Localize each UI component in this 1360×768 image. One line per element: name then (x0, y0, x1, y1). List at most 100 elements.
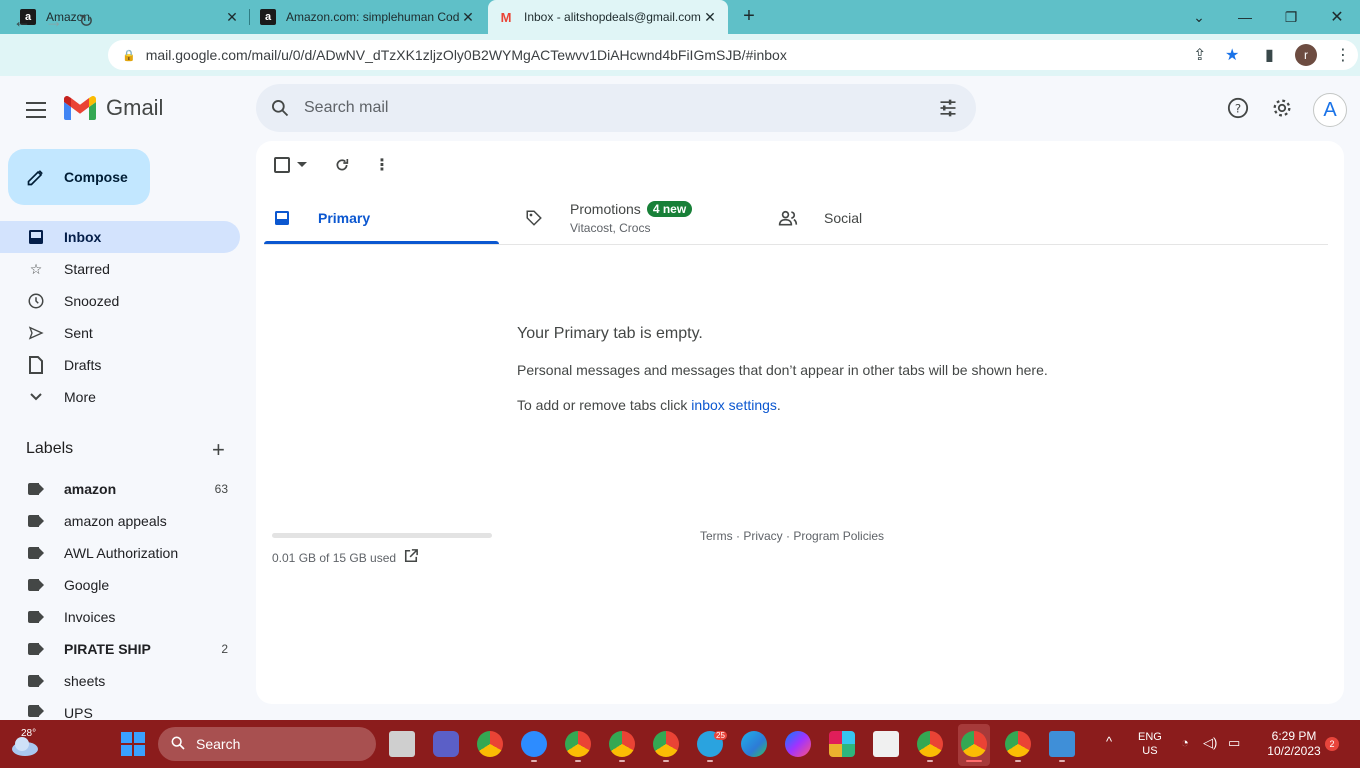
share-icon[interactable]: ⇪ (1193, 45, 1206, 65)
browser-tab-amazon-product[interactable]: a Amazon.com: simplehuman Cod ✕ (250, 0, 486, 34)
close-icon[interactable]: ✕ (460, 9, 476, 26)
hint-text: To add or remove tabs click (517, 397, 692, 413)
tab-title: Amazon (46, 10, 91, 24)
wifi-icon[interactable]: ◔ (1181, 735, 1189, 750)
external-link-icon[interactable] (404, 549, 418, 566)
label-item-amazon-appeals[interactable]: amazon appeals (0, 505, 240, 537)
chrome-profile-icon[interactable] (917, 731, 943, 757)
terms-link[interactable]: Terms (700, 529, 733, 543)
notification-count-badge[interactable]: 2 (1325, 737, 1339, 751)
settings-gear-icon[interactable] (1270, 96, 1294, 120)
label-item-amazon[interactable]: amazon 63 (0, 473, 240, 505)
gmail-logo-icon[interactable] (64, 95, 96, 121)
tab-primary[interactable]: Primary (272, 190, 499, 245)
start-windows-icon[interactable] (121, 732, 145, 756)
zoom-icon[interactable] (521, 731, 547, 757)
running-indicator (619, 760, 625, 762)
edge-icon[interactable] (741, 731, 767, 757)
label-item-awl-authorization[interactable]: AWL Authorization (0, 537, 240, 569)
label-item-pirate-ship[interactable]: PIRATE SHIP 2 (0, 633, 240, 665)
running-indicator (1059, 760, 1065, 762)
people-icon (778, 210, 798, 226)
more-options-icon[interactable]: ⋮ (373, 156, 391, 174)
language-indicator[interactable]: ENG US (1138, 730, 1162, 758)
restore-button[interactable]: ❐ (1268, 0, 1314, 34)
messenger-icon[interactable] (785, 731, 811, 757)
inbox-settings-link[interactable]: inbox settings (691, 397, 777, 413)
main-menu-icon[interactable] (24, 97, 48, 121)
volume-icon[interactable]: ◁) (1203, 735, 1217, 751)
search-icon (170, 735, 186, 754)
reload-button[interactable]: ↻ (74, 9, 98, 33)
clock-icon (26, 292, 46, 310)
sidebar-item-label: Starred (64, 261, 110, 277)
chrome-icon[interactable] (477, 731, 503, 757)
chrome-profile-icon[interactable] (653, 731, 679, 757)
refresh-icon[interactable] (333, 156, 351, 174)
google-account-avatar[interactable]: A (1313, 93, 1347, 127)
active-indicator (966, 760, 982, 762)
taskbar-clock[interactable]: 6:29 PM 10/2/2023 (1254, 729, 1334, 759)
create-label-plus-icon[interactable]: + (212, 439, 225, 461)
bookmark-star-icon[interactable]: ★ (1225, 45, 1239, 65)
sidebar-item-drafts[interactable]: Drafts (0, 349, 240, 381)
profile-avatar[interactable]: r (1295, 44, 1317, 66)
url-text: mail.google.com/mail/u/0/d/ADwNV_dTzXK1z… (145, 47, 787, 63)
search-input[interactable]: Search mail (304, 99, 920, 117)
tab-label: Promotions (570, 200, 641, 217)
chrome-profile-icon[interactable] (565, 731, 591, 757)
new-tab-button[interactable]: + (738, 6, 760, 28)
notepad-icon[interactable] (1049, 731, 1075, 757)
chrome-active-profile-icon[interactable] (961, 731, 987, 757)
close-icon[interactable]: ✕ (702, 9, 718, 26)
label-name: PIRATE SHIP (64, 641, 151, 657)
label-name: AWL Authorization (64, 545, 179, 561)
chrome-profile-icon[interactable] (1005, 731, 1031, 757)
empty-state-hint: To add or remove tabs click inbox settin… (517, 397, 781, 413)
support-icon[interactable]: ? (1226, 96, 1250, 120)
privacy-link[interactable]: Privacy (743, 529, 782, 543)
browser-tab-gmail[interactable]: M Inbox - alitshopdeals@gmail.com ✕ (488, 0, 728, 34)
compose-button[interactable]: Compose (8, 149, 150, 205)
search-options-icon[interactable] (920, 98, 976, 118)
battery-icon[interactable]: ▭ (1228, 735, 1240, 751)
footer-separator: · (732, 529, 744, 543)
address-bar[interactable]: 🔒 mail.google.com/mail/u/0/d/ADwNV_dTzXK… (108, 40, 1358, 70)
tab-social[interactable]: Social (778, 190, 1018, 245)
select-checkbox[interactable] (274, 156, 290, 174)
teams-icon[interactable] (433, 731, 459, 757)
search-bar[interactable]: Search mail (256, 84, 976, 132)
minimize-button[interactable]: — (1222, 0, 1268, 34)
select-dropdown-icon[interactable] (296, 156, 308, 174)
sidebar-item-inbox[interactable]: Inbox (0, 221, 240, 253)
label-name: amazon (64, 481, 117, 497)
more-vert-icon[interactable]: ⋮ (1335, 45, 1351, 65)
chevron-up-icon[interactable]: ^ (1106, 734, 1112, 749)
label-item-google[interactable]: Google (0, 569, 240, 601)
label-item-invoices[interactable]: Invoices (0, 601, 240, 633)
sidebar-item-starred[interactable]: ☆ Starred (0, 253, 240, 285)
file-explorer-icon[interactable] (389, 731, 415, 757)
back-button[interactable]: ← (10, 9, 34, 33)
window-close-button[interactable]: ✕ (1314, 0, 1360, 34)
sidebar-item-sent[interactable]: Sent (0, 317, 240, 349)
sidebar-item-more[interactable]: More (0, 381, 240, 413)
label-unread-count: 63 (214, 482, 228, 496)
tab-search-chevron-icon[interactable]: ⌄ (1176, 0, 1222, 34)
label-item-ups[interactable]: UPS (0, 697, 240, 720)
sidebar-item-snoozed[interactable]: Snoozed (0, 285, 240, 317)
slack-icon[interactable] (829, 731, 855, 757)
search-icon[interactable] (256, 98, 304, 118)
telegram-unread-badge: 25 (714, 731, 727, 740)
snipping-tool-icon[interactable] (873, 731, 899, 757)
taskbar-search[interactable]: Search (158, 727, 376, 761)
star-icon: ☆ (29, 260, 43, 277)
side-panel-icon[interactable]: ▮ (1265, 45, 1274, 65)
sidebar-item-label: Sent (64, 325, 93, 341)
close-icon[interactable]: ✕ (224, 9, 240, 26)
chrome-profile-icon[interactable] (609, 731, 635, 757)
label-item-sheets[interactable]: sheets (0, 665, 240, 697)
program-policies-link[interactable]: Program Policies (793, 529, 884, 543)
tab-promotions[interactable]: Promotions 4 new Vitacost, Crocs (524, 190, 764, 245)
forward-button[interactable]: → (42, 9, 66, 33)
